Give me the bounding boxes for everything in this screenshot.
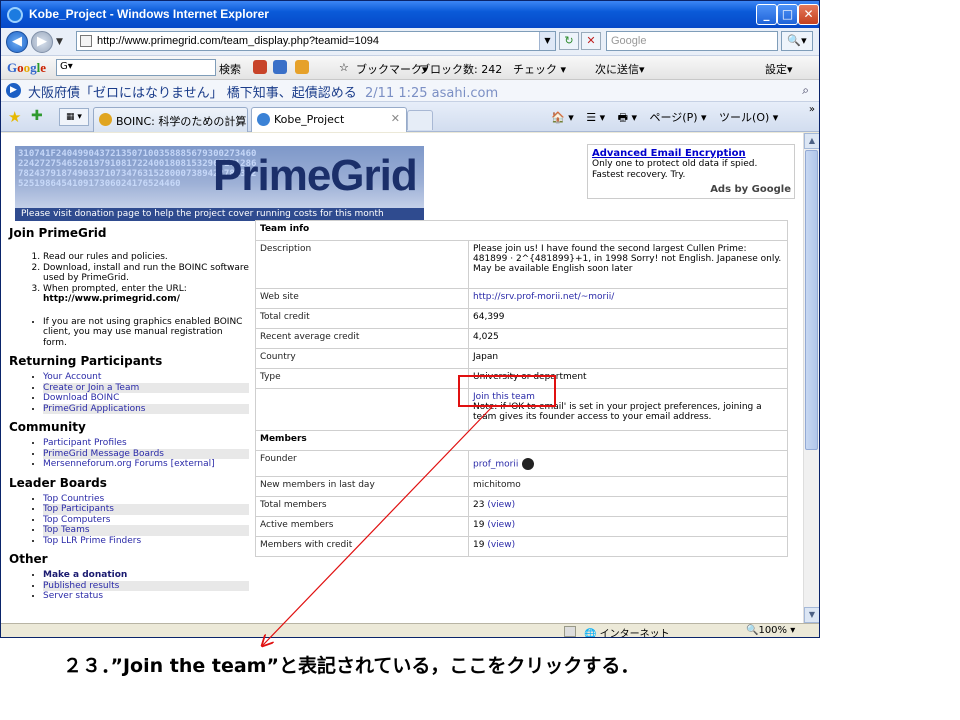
- annotation-arrow: [0, 406, 493, 720]
- instruction-caption: ２３．”Join the team”と表記されている，ここをクリックする．: [63, 655, 640, 677]
